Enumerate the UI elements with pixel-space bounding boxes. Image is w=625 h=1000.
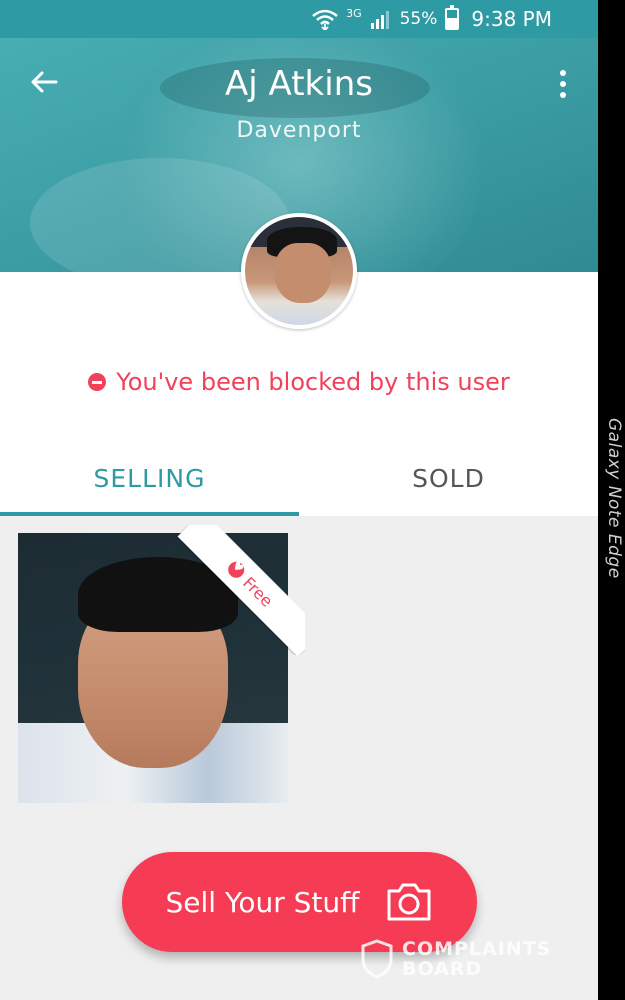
back-button[interactable] [24,62,64,102]
watermark: COMPLAINTS BOARD [360,934,585,984]
watermark-line2: BOARD [402,958,483,980]
free-badge-label: Free [239,572,277,611]
listing-tabs: SELLING SOLD [0,440,598,516]
blocked-text: You've been blocked by this user [116,368,510,396]
network-type: 3G [346,6,362,20]
battery-percent: 55% [399,9,438,29]
heart-icon [224,558,248,582]
tab-selling[interactable]: SELLING [0,440,299,516]
signal-icon [370,9,392,29]
free-badge: Free [175,525,305,655]
tab-sold[interactable]: SOLD [299,440,598,516]
status-bar: 3G 55% 9:38 PM [0,0,598,38]
camera-icon [385,881,433,923]
battery-icon [445,5,460,30]
back-arrow-icon [31,71,58,93]
more-vert-icon [560,70,566,76]
clock: 9:38 PM [471,7,552,31]
wifi-icon [312,8,338,32]
sell-button-label: Sell Your Stuff [165,885,360,919]
profile-name: Aj Atkins [225,64,373,104]
blocked-notice: You've been blocked by this user [0,366,598,398]
blocked-icon [88,373,107,391]
device-label: Galaxy Note Edge [604,418,624,579]
watermark-line1: COMPLAINTS [402,938,552,960]
profile-location: Davenport [236,118,362,143]
overflow-menu-button[interactable] [548,64,578,104]
avatar[interactable] [241,213,357,329]
shield-icon [360,939,394,979]
app-screen: 3G 55% 9:38 PM Aj Atkins Davenport You'v… [0,0,598,1000]
